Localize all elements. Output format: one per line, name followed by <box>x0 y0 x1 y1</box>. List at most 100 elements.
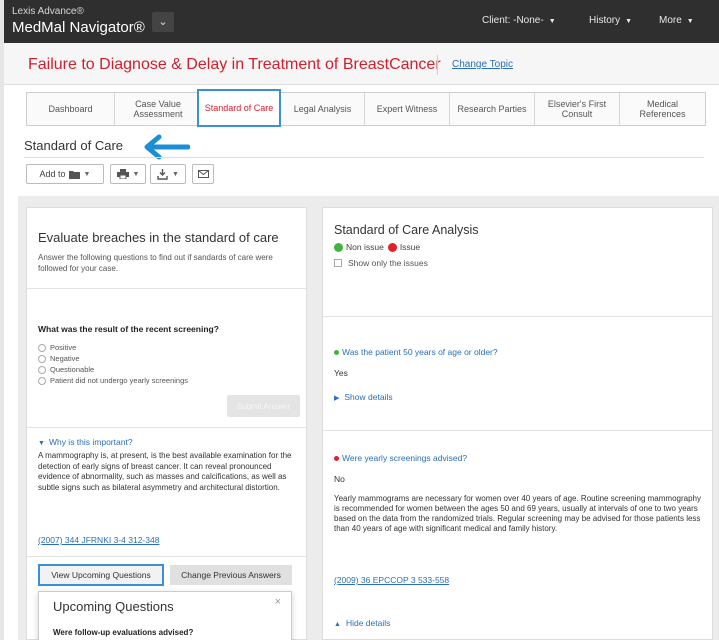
caret-down-icon: ▼ <box>625 18 633 25</box>
divider <box>323 430 712 431</box>
analysis-panel: Standard of Care Analysis Non issue Issu… <box>322 207 713 640</box>
caret-down-icon: ▼ <box>83 170 91 178</box>
option-positive[interactable]: Positive <box>38 342 188 353</box>
view-upcoming-questions-button[interactable]: View Upcoming Questions <box>38 564 164 586</box>
evaluate-title: Evaluate breaches in the standard of car… <box>38 230 279 245</box>
topic-bar: Failure to Diagnose & Delay in Treatment… <box>4 43 719 85</box>
hide-details-label: Hide details <box>345 618 391 628</box>
popup-title: Upcoming Questions <box>53 599 174 614</box>
question-text: Were yearly screenings advised? <box>342 453 468 463</box>
brand-subtitle: Lexis Advance® <box>12 6 84 17</box>
divider <box>27 427 306 428</box>
answer-options: Positive Negative Questionable Patient d… <box>38 342 188 386</box>
option-label: Questionable <box>50 365 95 374</box>
screening-question: What was the result of the recent screen… <box>38 324 219 334</box>
legend-issue: Issue <box>399 242 421 252</box>
option-no-screenings[interactable]: Patient did not undergo yearly screening… <box>38 375 188 386</box>
legend-non-issue: Non issue <box>346 242 384 252</box>
evaluate-intro: Answer the following questions to find o… <box>38 253 273 273</box>
tab-bar: Dashboard Case Value Assessment Standard… <box>26 89 706 127</box>
print-icon <box>116 169 129 179</box>
more-menu-label: More <box>659 15 682 26</box>
tab-legal-analysis[interactable]: Legal Analysis <box>281 93 365 125</box>
non-issue-dot-icon <box>334 349 339 355</box>
issue-dot-icon <box>334 455 339 461</box>
history-menu-label: History <box>589 15 621 26</box>
analysis-question-age[interactable]: Was the patient 50 years of age or older… <box>334 347 498 357</box>
tab-elseviers-first-consult[interactable]: Elsevier's First Consult <box>535 93 620 125</box>
more-menu[interactable]: More ▼ <box>659 15 694 26</box>
add-to-button[interactable]: Add to ▼ <box>26 164 104 184</box>
close-icon[interactable]: × <box>275 596 281 608</box>
topic-title: Failure to Diagnose & Delay in Treatment… <box>28 56 441 73</box>
radio-button[interactable] <box>38 354 46 363</box>
analysis-question-screenings[interactable]: Were yearly screenings advised? <box>334 453 467 463</box>
radio-button[interactable] <box>38 365 46 374</box>
product-switcher-chevron-icon[interactable]: ⌄ <box>152 12 174 32</box>
show-details-toggle[interactable]: ▶ Show details <box>334 392 393 402</box>
show-only-issues-label: Show only the issues <box>348 258 428 268</box>
divider <box>27 556 306 557</box>
option-label: Negative <box>50 354 80 363</box>
analysis-answer: Yes <box>334 368 348 378</box>
history-menu[interactable]: History ▼ <box>589 15 632 26</box>
upcoming-questions-popup: Upcoming Questions × Were follow-up eval… <box>38 591 292 640</box>
upcoming-question: Were follow-up evaluations advised? <box>53 628 194 637</box>
why-important-toggle[interactable]: ▼ Why is this important? <box>38 437 133 447</box>
email-button[interactable] <box>192 164 214 184</box>
show-details-label: Show details <box>344 392 393 402</box>
download-icon <box>157 168 168 180</box>
triangle-up-icon: ▲ <box>334 621 341 628</box>
divider <box>27 288 306 289</box>
legend: Non issue Issue <box>334 242 420 252</box>
question-text: Was the patient 50 years of age or older… <box>342 347 498 357</box>
tab-dashboard[interactable]: Dashboard <box>27 93 115 125</box>
radio-button[interactable] <box>38 376 46 385</box>
option-label: Positive <box>50 343 77 352</box>
download-button[interactable]: ▼ <box>150 164 186 184</box>
tab-research-parties[interactable]: Research Parties <box>450 93 535 125</box>
tab-case-value-assessment[interactable]: Case Value Assessment <box>115 93 202 125</box>
top-bar: Lexis Advance® MedMal Navigator® ⌄ Clien… <box>4 0 719 43</box>
analysis-title: Standard of Care Analysis <box>334 223 479 237</box>
non-issue-dot-icon <box>334 242 343 252</box>
show-only-issues-checkbox[interactable] <box>334 259 342 267</box>
option-questionable[interactable]: Questionable <box>38 364 188 375</box>
citation-link[interactable]: (2009) 36 EPCCOP 3 533-558 <box>334 575 449 585</box>
divider <box>24 157 704 158</box>
issue-dot-icon <box>387 242 397 252</box>
hide-details-toggle[interactable]: ▲ Hide details <box>334 618 390 628</box>
section-title: Standard of Care <box>24 138 124 153</box>
client-menu-label: Client: -None- <box>482 15 544 26</box>
citation-link[interactable]: (2007) 344 JFRNKI 3-4 312-348 <box>38 535 159 545</box>
why-important-text: A mammography is, at present, is the bes… <box>38 451 292 492</box>
print-button[interactable]: ▼ <box>110 164 146 184</box>
radio-button[interactable] <box>38 343 46 352</box>
brand-name[interactable]: MedMal Navigator® <box>12 19 145 36</box>
caret-down-icon: ▼ <box>686 18 694 25</box>
client-menu[interactable]: Client: -None- ▼ <box>482 15 556 26</box>
analysis-answer: No <box>334 474 345 484</box>
divider <box>437 55 438 75</box>
add-to-label: Add to <box>39 169 66 179</box>
change-previous-answers-button[interactable]: Change Previous Answers <box>170 565 292 585</box>
tab-standard-of-care[interactable]: Standard of Care <box>197 89 281 127</box>
submit-answer-button[interactable]: Submit Answer <box>227 395 300 417</box>
evaluate-panel: Evaluate breaches in the standard of car… <box>26 207 307 640</box>
analysis-explanation: Yearly mammograms are necessary for wome… <box>334 494 701 533</box>
option-label: Patient did not undergo yearly screening… <box>50 376 189 385</box>
caret-down-icon: ▼ <box>172 170 179 178</box>
caret-down-icon: ▼ <box>548 18 556 25</box>
tab-expert-witness[interactable]: Expert Witness <box>365 93 450 125</box>
why-important-label: Why is this important? <box>48 437 133 447</box>
tab-medical-references[interactable]: Medical References <box>620 93 705 125</box>
folder-icon <box>68 170 80 179</box>
change-topic-link[interactable]: Change Topic <box>452 59 513 70</box>
show-only-issues-toggle[interactable]: Show only the issues <box>334 258 428 268</box>
triangle-right-icon: ▶ <box>334 395 340 402</box>
caret-down-icon: ▼ <box>132 170 140 178</box>
option-negative[interactable]: Negative <box>38 353 188 364</box>
email-icon <box>197 170 209 178</box>
triangle-down-icon: ▼ <box>38 440 45 447</box>
page: Lexis Advance® MedMal Navigator® ⌄ Clien… <box>4 0 719 640</box>
